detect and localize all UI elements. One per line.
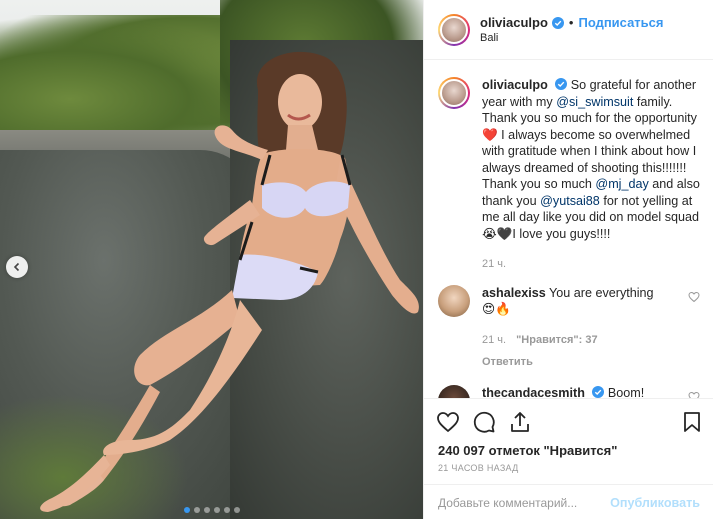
mention-link[interactable]: @mj_day	[595, 177, 648, 191]
carousel-dot	[213, 507, 220, 513]
verified-badge-icon	[592, 385, 605, 398]
comment-body: ashalexiss You are everything 😍🔥 21 ч. "…	[482, 285, 692, 371]
carousel-dot	[233, 507, 240, 513]
verified-badge-icon	[555, 78, 568, 90]
like-count[interactable]: 240 097 отметок "Нравится"	[438, 443, 617, 458]
comment-meta: 21 ч. "Нравится": 37	[482, 332, 692, 349]
post-location[interactable]: Bali	[480, 32, 663, 44]
caption-text: I love you guys!!!!	[512, 226, 611, 241]
carousel-dot	[223, 507, 230, 513]
mention-link[interactable]: @yutsai88	[540, 194, 600, 208]
comment-bubble-icon[interactable]	[472, 410, 496, 434]
post-photo[interactable]	[0, 0, 423, 519]
header-text: oliviaculpo • Подписаться Bali	[480, 15, 663, 44]
caption-avatar[interactable]	[438, 77, 470, 109]
post-side-panel: oliviaculpo • Подписаться Bali oliviacul…	[423, 0, 713, 519]
caption-time[interactable]: 21 ч.	[482, 256, 506, 273]
comments-list[interactable]: oliviaculpo So grateful for another year…	[424, 61, 713, 398]
action-icons	[436, 409, 704, 435]
chevron-left-icon	[13, 262, 20, 272]
author-avatar[interactable]	[438, 13, 470, 46]
comment-reply-row: Ответить	[482, 354, 692, 371]
commenter-avatar[interactable]	[438, 384, 470, 398]
carousel-dot	[193, 507, 200, 513]
heart-emoji: ❤️	[482, 127, 498, 142]
comment-body: thecandacesmith Boom!	[482, 385, 692, 399]
caption-meta: 21 ч.	[482, 256, 700, 273]
comment-text: You are everything	[545, 285, 654, 300]
carousel-dots	[0, 507, 423, 513]
comment-like-heart-icon[interactable]	[688, 391, 700, 399]
comment-like-heart-icon[interactable]	[688, 291, 700, 303]
follow-button[interactable]: Подписаться	[578, 15, 663, 30]
carousel-dot	[183, 507, 190, 513]
like-heart-icon[interactable]	[436, 410, 460, 434]
carousel-dot	[203, 507, 210, 513]
comment-input[interactable]	[438, 495, 611, 510]
comment-username[interactable]: thecandacesmith	[482, 386, 585, 399]
header-separator: •	[568, 15, 574, 30]
caption: oliviaculpo So grateful for another year…	[438, 77, 700, 273]
commenter-avatar[interactable]	[438, 284, 470, 317]
share-icon[interactable]	[508, 410, 532, 434]
post-actions: 240 097 отметок "Нравится" 21 ЧАСОВ НАЗА…	[424, 398, 713, 519]
post-header: oliviaculpo • Подписаться Bali	[424, 0, 713, 60]
model-figure	[40, 51, 419, 512]
comment-item: ashalexiss You are everything 😍🔥 21 ч. "…	[438, 284, 700, 371]
carousel-prev-button[interactable]	[6, 256, 28, 278]
post-timestamp[interactable]: 21 ЧАСОВ НАЗАД	[438, 463, 519, 473]
caption-body: oliviaculpo So grateful for another year…	[482, 77, 700, 273]
comment-time[interactable]: 21 ч.	[482, 332, 506, 349]
bookmark-icon[interactable]	[680, 410, 704, 434]
comment-item: thecandacesmith Boom!	[438, 384, 700, 399]
verified-badge-icon	[551, 16, 564, 29]
comment-likes[interactable]: "Нравится": 37	[516, 332, 597, 349]
crying-emoji: 😭🖤	[482, 226, 513, 241]
author-username[interactable]: oliviaculpo	[480, 15, 548, 30]
mention-link[interactable]: @si_swimsuit	[556, 95, 633, 109]
comment-emoji: 😍🔥	[482, 302, 511, 316]
publish-button[interactable]: Опубликовать	[610, 496, 700, 510]
comment-username[interactable]: ashalexiss	[482, 286, 546, 300]
add-comment-bar: Опубликовать	[424, 484, 713, 520]
caption-username[interactable]: oliviaculpo	[482, 78, 548, 92]
reply-button[interactable]: Ответить	[482, 354, 533, 371]
comment-text: Boom!	[604, 385, 645, 399]
instagram-post: oliviaculpo • Подписаться Bali oliviacul…	[0, 0, 713, 519]
